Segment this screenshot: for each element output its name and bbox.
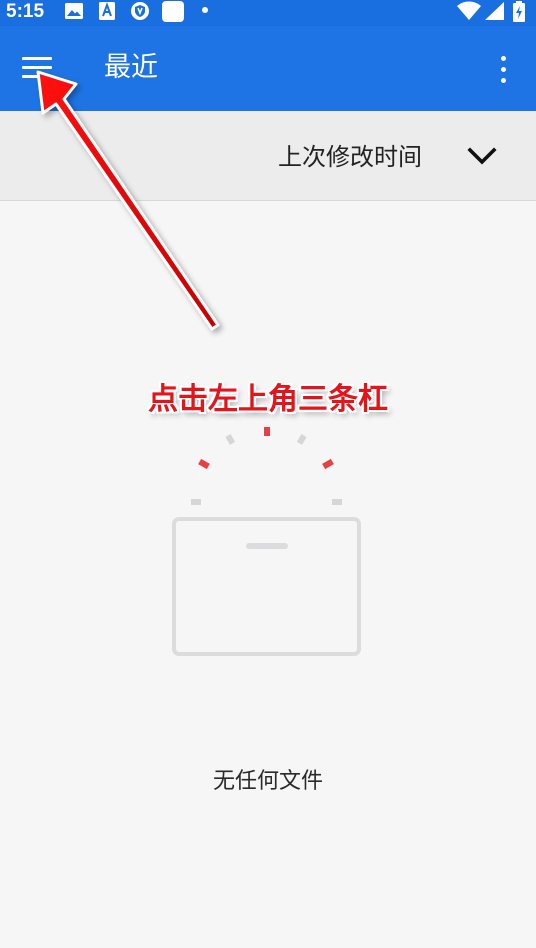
annotation-hint: 点击左上角三条杠 bbox=[148, 382, 388, 417]
annotation-arrow-icon bbox=[36, 70, 220, 331]
